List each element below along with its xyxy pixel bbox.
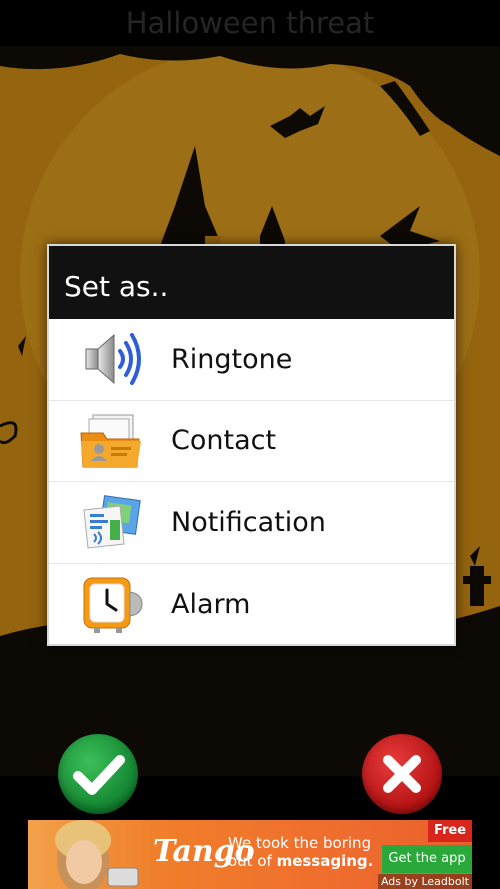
- option-label: Alarm: [171, 588, 251, 620]
- dialog-options-list: Ringtone Contact Notification Alarm: [49, 319, 454, 645]
- set-as-dialog: Set as.. Ringtone Contact Notification A…: [47, 244, 456, 646]
- option-label: Notification: [171, 506, 326, 538]
- ad-banner[interactable]: Tango We took the boring out of messagin…: [28, 820, 472, 889]
- ad-text-line1: We took the boring: [228, 834, 372, 852]
- option-label: Ringtone: [171, 343, 293, 375]
- option-alarm[interactable]: Alarm: [49, 564, 454, 646]
- speaker-icon: [77, 324, 147, 394]
- ad-attribution: Ads by Leadbolt: [377, 874, 472, 889]
- option-notification[interactable]: Notification: [49, 482, 454, 564]
- ad-message: We took the boring out of messaging.: [228, 834, 388, 870]
- option-label: Contact: [171, 425, 277, 457]
- ad-text-bold: messaging.: [276, 852, 374, 870]
- checkmark-icon: [73, 755, 125, 795]
- ad-text-line2: out of messaging.: [228, 852, 388, 870]
- contact-folder-icon: [77, 406, 147, 476]
- x-icon: [383, 755, 421, 793]
- dialog-title: Set as..: [49, 246, 454, 319]
- cancel-button[interactable]: [362, 734, 442, 814]
- notification-icon: [77, 487, 147, 557]
- alarm-clock-icon: [77, 569, 147, 639]
- ad-person-image: [55, 820, 139, 889]
- option-ringtone[interactable]: Ringtone: [49, 319, 454, 401]
- option-contact[interactable]: Contact: [49, 401, 454, 482]
- ok-button[interactable]: [58, 734, 138, 814]
- ad-free-badge: Free: [428, 820, 472, 842]
- ad-text-prefix: out of: [228, 852, 277, 870]
- ad-get-app-button[interactable]: Get the app: [382, 845, 472, 873]
